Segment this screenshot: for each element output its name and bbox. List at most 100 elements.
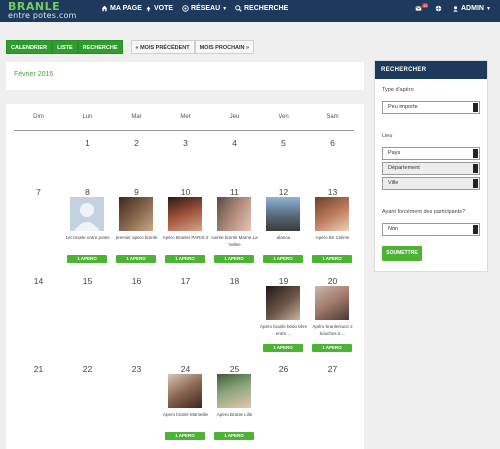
event-caption[interactable]: alanou (259, 234, 308, 241)
tab-liste[interactable]: LISTE (52, 40, 78, 54)
pays-select[interactable]: Pays (382, 147, 480, 160)
calendar: Dim Lun Mar Mer Jeu Ven Sam 1 2 3 4 5 6 … (6, 104, 364, 449)
nav-recherche-label: RECHERCHE (244, 5, 289, 12)
lieu-label: Lieu (382, 133, 393, 139)
apero-button[interactable]: 1 APERO (67, 255, 107, 263)
day-number: 1 (85, 138, 90, 148)
sidebar-title: RECHERCHER (375, 61, 487, 79)
site-logo[interactable]: BRANLE entre potes.com (8, 0, 90, 21)
day-number: 20 (327, 276, 338, 286)
weekday-header: Mar (131, 114, 142, 120)
nav-admin-label: ADMIN (461, 5, 484, 12)
ville-select-value: Ville (388, 180, 399, 186)
apero-button[interactable]: 1 APERO (263, 344, 303, 352)
event-thumbnail[interactable] (168, 374, 202, 408)
day-number: 15 (82, 276, 93, 286)
search-sidebar: RECHERCHER Type d'apéro Peu importe Lieu… (374, 60, 488, 272)
event-caption[interactable]: Apéro branle/suce 2 bouches à ... (308, 323, 357, 337)
header-divider (14, 130, 354, 131)
event-thumbnail[interactable] (168, 197, 202, 231)
type-select-value: Peu importe (388, 104, 418, 110)
user-icon (453, 6, 458, 12)
top-navbar: BRANLE entre potes.com MA PAGE VOTE RÉSE… (0, 0, 500, 22)
event-caption[interactable]: Apéro Bri 13ème (308, 234, 357, 241)
ville-select[interactable]: Ville (382, 177, 480, 190)
day-number: 4 (232, 138, 237, 148)
tab-recherche[interactable]: RECHERCHE (77, 40, 123, 54)
day-number: 22 (82, 364, 93, 374)
select-arrow-icon (473, 225, 478, 234)
weekday-header: Mer (180, 114, 191, 120)
day-number: 17 (180, 276, 191, 286)
nav-admin[interactable]: ADMIN ▼ (452, 5, 491, 12)
event-thumbnail[interactable] (315, 197, 349, 231)
day-number: 9 (134, 187, 139, 197)
event-caption[interactable]: Apéro Branle/ PARIS 2 (161, 234, 210, 241)
event-thumbnail[interactable] (70, 197, 104, 231)
departement-select-value: Département (388, 165, 420, 171)
apero-button[interactable]: 1 APERO (165, 255, 205, 263)
avatar-placeholder-icon (70, 197, 104, 231)
nav-vote[interactable]: VOTE (145, 5, 173, 12)
event-caption[interactable]: Apero Branle Lille (210, 411, 259, 418)
network-icon (182, 5, 189, 12)
event-thumbnail[interactable] (266, 286, 300, 320)
apero-button[interactable]: 1 APERO (312, 344, 352, 352)
apero-button[interactable]: 1 APERO (263, 255, 303, 263)
globe-button[interactable] (435, 5, 442, 12)
notification-badge: 45 (422, 3, 429, 8)
event-caption[interactable]: Apéro branle bédo tière entre ... (259, 323, 308, 337)
participants-select[interactable]: Non (382, 223, 480, 236)
nav-reseau[interactable]: RÉSEAU ▼ (182, 5, 227, 12)
nav-ma-page-label: MA PAGE (110, 5, 142, 12)
submit-button[interactable]: SOUMETTRE (382, 246, 422, 261)
day-number: 27 (327, 364, 338, 374)
select-arrow-icon (473, 164, 478, 173)
tab-calendrier[interactable]: CALENDRIER (6, 40, 53, 54)
day-number: 18 (229, 276, 240, 286)
day-number: 6 (330, 138, 335, 148)
event-thumbnail[interactable] (217, 374, 251, 408)
event-thumbnail[interactable] (217, 197, 251, 231)
select-arrow-icon (473, 179, 478, 188)
view-tabs: CALENDRIER LISTE RECHERCHE « MOIS PRÉCÉD… (6, 40, 255, 54)
globe-icon (435, 5, 442, 12)
apero-button[interactable]: 1 APERO (165, 432, 205, 440)
nav-reseau-label: RÉSEAU (191, 5, 221, 12)
search-icon (235, 5, 242, 12)
departement-select[interactable]: Département (382, 162, 480, 175)
apero-button[interactable]: 1 APERO (312, 255, 352, 263)
weekday-header: Ven (278, 114, 289, 120)
event-thumbnail[interactable] (315, 286, 349, 320)
month-title: Février 2016 (14, 71, 54, 78)
apero-button[interactable]: 1 APERO (214, 255, 254, 263)
day-number: 21 (33, 364, 44, 374)
event-thumbnail[interactable] (266, 197, 300, 231)
participants-select-value: Non (388, 226, 399, 232)
day-number: 3 (183, 138, 188, 148)
messages-button[interactable] (415, 5, 422, 12)
weekday-header: Sam (326, 114, 339, 120)
apero-button[interactable]: 1 APERO (214, 432, 254, 440)
event-thumbnail[interactable] (119, 197, 153, 231)
apero-button[interactable]: 1 APERO (116, 255, 156, 263)
next-month-button[interactable]: MOIS PROCHAIN » (194, 40, 255, 54)
nav-vote-label: VOTE (154, 5, 174, 12)
day-number: 12 (278, 187, 289, 197)
event-caption[interactable]: soirée branle Marne La Vallee (210, 234, 259, 248)
pays-select-value: Pays (388, 150, 401, 156)
chevron-down-icon: ▼ (485, 5, 491, 12)
type-select[interactable]: Peu importe (382, 101, 480, 114)
event-caption[interactable]: Apero branle Marseille (161, 411, 210, 418)
previous-month-button[interactable]: « MOIS PRÉCÉDENT (130, 40, 195, 54)
day-number: 16 (131, 276, 142, 286)
nav-recherche[interactable]: RECHERCHE (235, 5, 288, 12)
weekday-header: Dim (33, 114, 44, 120)
day-number: 14 (33, 276, 44, 286)
event-caption[interactable]: premier apero branle (112, 234, 161, 241)
type-label: Type d'apéro (382, 87, 414, 93)
day-number: 19 (278, 276, 289, 286)
event-caption[interactable]: 1er branle entre potes (63, 234, 112, 241)
vote-icon (146, 6, 151, 12)
nav-ma-page[interactable]: MA PAGE (101, 5, 142, 12)
